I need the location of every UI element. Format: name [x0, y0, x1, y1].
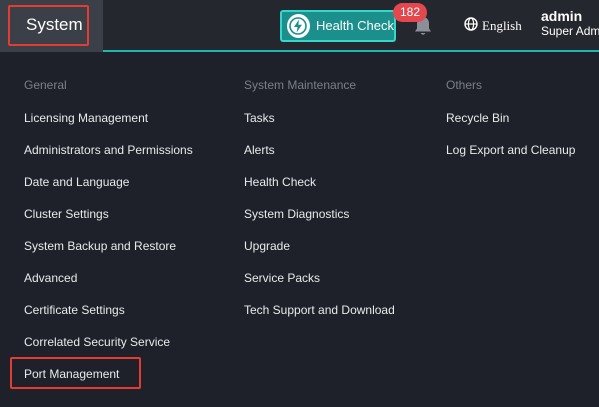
others-header: Others	[446, 78, 483, 92]
menu-item-date-language[interactable]: Date and Language	[24, 174, 129, 190]
general-header: General	[24, 78, 67, 92]
health-check-label: Health Check	[315, 18, 394, 33]
menu-item-alerts[interactable]: Alerts	[244, 142, 275, 158]
language-label: English	[482, 18, 522, 33]
top-bar: System Health Check 182 English admin Su…	[0, 0, 599, 52]
menu-item-tech-support-download[interactable]: Tech Support and Download	[244, 302, 395, 318]
menu-item-correlated-security-service[interactable]: Correlated Security Service	[24, 334, 170, 350]
language-selector[interactable]: English	[464, 16, 522, 36]
menu-item-system-backup-restore[interactable]: System Backup and Restore	[24, 238, 176, 254]
menu-item-certificate-settings[interactable]: Certificate Settings	[24, 302, 125, 318]
menu-item-recycle-bin[interactable]: Recycle Bin	[446, 110, 509, 126]
system-menu-panel: General Licensing Management Administrat…	[0, 54, 599, 407]
menu-item-advanced[interactable]: Advanced	[24, 270, 77, 286]
menu-item-upgrade[interactable]: Upgrade	[244, 238, 290, 254]
menu-item-cluster-settings[interactable]: Cluster Settings	[24, 206, 109, 222]
menu-item-log-export-cleanup[interactable]: Log Export and Cleanup	[446, 142, 575, 158]
user-name[interactable]: admin	[541, 8, 582, 24]
menu-item-administrators-permissions[interactable]: Administrators and Permissions	[24, 142, 193, 158]
globe-icon	[464, 16, 478, 36]
menu-item-service-packs[interactable]: Service Packs	[244, 270, 320, 286]
menu-item-licensing-management[interactable]: Licensing Management	[24, 110, 148, 126]
menu-item-health-check[interactable]: Health Check	[244, 174, 316, 190]
user-role: Super Adm	[541, 24, 599, 38]
menu-item-tasks[interactable]: Tasks	[244, 110, 275, 126]
lightning-circle-icon	[287, 14, 310, 38]
system-tab-label: System	[26, 15, 83, 34]
notification-badge: 182	[393, 3, 428, 22]
menu-item-system-diagnostics[interactable]: System Diagnostics	[244, 206, 349, 222]
port-management-highlight	[10, 357, 141, 389]
system-tab[interactable]: System	[0, 0, 103, 52]
health-check-button[interactable]: Health Check	[280, 10, 396, 42]
system-maintenance-header: System Maintenance	[244, 78, 357, 92]
